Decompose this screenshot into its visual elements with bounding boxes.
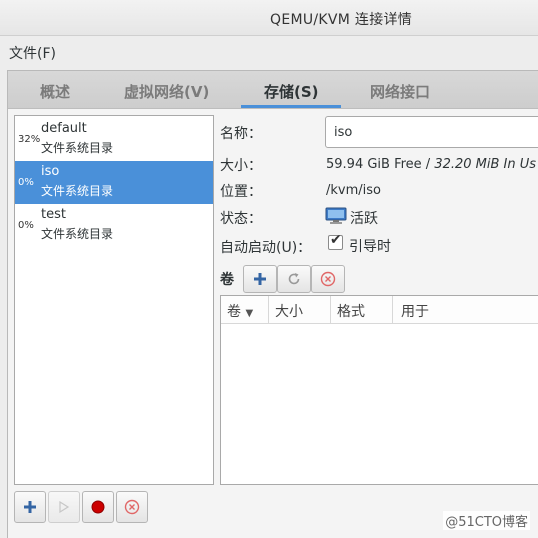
watermark: @51CTO博客 [443, 511, 530, 530]
stop-pool-button[interactable] [82, 491, 114, 523]
state-label: 状态： [220, 211, 262, 227]
tab-overview[interactable]: 概述 [40, 81, 70, 102]
pool-usage: 0% [18, 220, 34, 231]
pool-name-value: iso [334, 125, 353, 140]
pool-usage: 32% [18, 134, 41, 145]
tab-storage[interactable]: 存储(S) [264, 81, 319, 102]
refresh-volumes-button[interactable] [277, 265, 311, 293]
volume-table-header: 卷 ▼ 大小 格式 用于 [221, 296, 538, 324]
monitor-icon [325, 207, 347, 224]
column-volume[interactable]: 卷 ▼ [221, 296, 269, 324]
autostart-checkbox[interactable]: ✔ [328, 232, 343, 250]
window-title: QEMU/KVM 连接详情 [270, 12, 413, 28]
plus-icon [254, 273, 266, 285]
pool-usage: 0% [18, 177, 34, 188]
size-value: 59.94 GiB Free / 32.20 MiB In Us [326, 157, 536, 172]
size-free: 59.94 GiB Free / [326, 157, 431, 172]
storage-pool-list[interactable]: 32% default 文件系统目录 0% iso 文件系统目录 0% test… [14, 115, 214, 485]
pool-item-test[interactable]: 0% test 文件系统目录 [15, 204, 213, 247]
active-tab-indicator [241, 105, 341, 108]
name-label: 名称： [220, 126, 262, 142]
pool-type: 文件系统目录 [41, 141, 114, 155]
start-pool-button[interactable] [48, 491, 80, 523]
stop-icon [91, 500, 105, 514]
pool-name: default [41, 121, 87, 136]
title-bar: QEMU/KVM 连接详情 [0, 0, 538, 36]
location-label: 位置： [220, 184, 262, 200]
delete-volume-button[interactable] [311, 265, 345, 293]
check-icon: ✔ [330, 232, 342, 248]
state-value: 活跃 [350, 211, 378, 227]
pool-type: 文件系统目录 [41, 227, 114, 241]
pool-name: iso [41, 164, 60, 179]
delete-pool-button[interactable] [116, 491, 148, 523]
sort-down-icon: ▼ [245, 308, 254, 319]
menu-bar: 文件(F) [0, 36, 538, 66]
add-volume-button[interactable] [243, 265, 277, 293]
location-value: /kvm/iso [326, 183, 381, 198]
delete-icon [124, 499, 140, 515]
notebook: 概述 虚拟网络(V) 存储(S) 网络接口 32% default 文件系统目录… [7, 70, 538, 538]
refresh-icon [288, 273, 300, 285]
pool-item-iso[interactable]: 0% iso 文件系统目录 [15, 161, 213, 204]
pool-name: test [41, 207, 66, 222]
tab-network-interfaces[interactable]: 网络接口 [370, 81, 430, 102]
volume-table[interactable]: 卷 ▼ 大小 格式 用于 [220, 295, 538, 485]
size-allocated: 32.20 MiB In Us [434, 157, 537, 172]
column-size[interactable]: 大小 [269, 296, 331, 324]
size-label: 大小： [220, 158, 262, 174]
play-icon [59, 501, 70, 513]
delete-icon [320, 271, 336, 287]
menu-file[interactable]: 文件(F) [9, 43, 56, 63]
pool-type: 文件系统目录 [41, 184, 114, 198]
pool-item-default[interactable]: 32% default 文件系统目录 [15, 118, 213, 161]
volumes-label: 卷 [220, 272, 234, 288]
pool-name-field[interactable]: iso [325, 116, 538, 148]
autostart-value: 引导时 [349, 239, 391, 255]
tab-virtual-networks[interactable]: 虚拟网络(V) [124, 81, 209, 102]
tab-bar: 概述 虚拟网络(V) 存储(S) 网络接口 [8, 71, 538, 109]
add-pool-button[interactable] [14, 491, 46, 523]
column-used-by[interactable]: 用于 [393, 296, 538, 324]
plus-icon [24, 501, 36, 513]
autostart-label: 自动启动(U)： [220, 240, 312, 256]
column-format[interactable]: 格式 [331, 296, 393, 324]
